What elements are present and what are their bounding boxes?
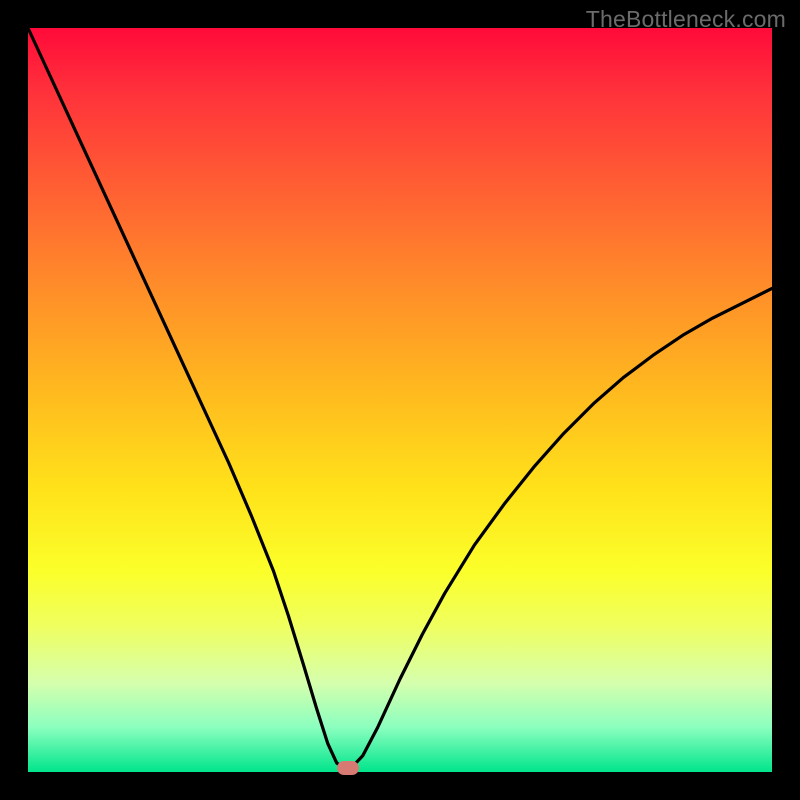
chart-frame: TheBottleneck.com — [0, 0, 800, 800]
optimum-marker — [337, 761, 359, 775]
plot-area — [28, 28, 772, 772]
bottleneck-curve — [28, 28, 772, 772]
